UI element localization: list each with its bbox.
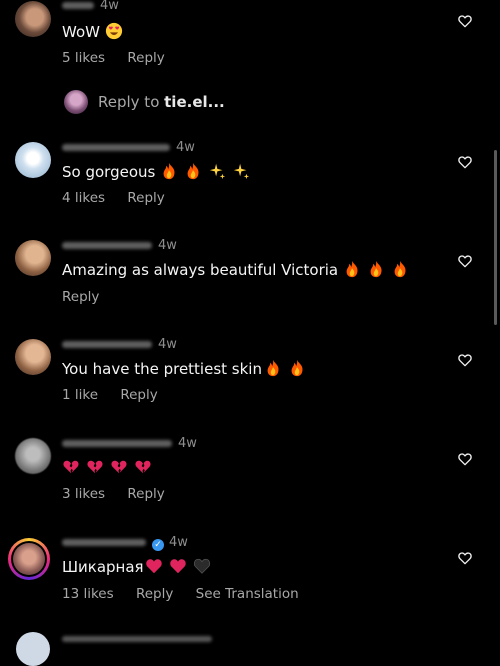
comment-time: 4w: [100, 0, 119, 13]
comment-item: 4w You have the prettiest skin 1 like Re…: [0, 337, 500, 417]
comment-actions: 1 like Reply: [62, 387, 176, 403]
username-blurred[interactable]: [62, 440, 172, 447]
verified-badge-icon: ✓: [152, 539, 164, 551]
avatar[interactable]: [15, 1, 51, 37]
like-heart-icon[interactable]: [457, 352, 473, 368]
username-blurred[interactable]: [62, 341, 152, 348]
fire-icon: [391, 260, 409, 278]
avatar[interactable]: [15, 142, 51, 178]
comment-time: 4w: [158, 337, 177, 352]
likes-count[interactable]: 4 likes: [62, 190, 105, 206]
fire-icon: [264, 359, 282, 377]
like-heart-icon[interactable]: [457, 13, 473, 29]
comment-actions: 13 likes Reply See Translation: [62, 586, 317, 602]
likes-count[interactable]: 13 likes: [62, 586, 114, 602]
likes-count[interactable]: 1 like: [62, 387, 98, 403]
fire-icon: [288, 359, 306, 377]
reply-button[interactable]: Reply: [136, 586, 173, 602]
reply-button[interactable]: Reply: [62, 289, 99, 305]
fire-icon: [160, 162, 178, 180]
broken-heart-icon: [134, 458, 152, 476]
comment-time: 4w: [169, 535, 188, 550]
username-blurred[interactable]: [62, 242, 152, 249]
comment-actions: 5 likes Reply: [62, 50, 183, 66]
avatar[interactable]: [15, 339, 51, 375]
reply-to-target[interactable]: tie.el...: [164, 93, 225, 111]
reply-button[interactable]: Reply: [127, 50, 164, 66]
reply-to-label: Reply to tie.el...: [98, 93, 225, 111]
black-heart-icon: [193, 557, 211, 575]
next-comment-avatar: [16, 632, 50, 666]
like-heart-icon[interactable]: [457, 550, 473, 566]
likes-count[interactable]: 5 likes: [62, 50, 105, 66]
comment-text-label: Amazing as always beautiful Victoria: [62, 261, 339, 279]
comment-item: 4w So gorgeous 4 likes Reply: [0, 140, 500, 220]
comment-actions: Reply: [62, 289, 117, 305]
comment-item: 4w Amazing as always beautiful Victoria …: [0, 238, 500, 318]
red-heart-icon: [145, 557, 163, 575]
comment-text: WoW: [62, 22, 123, 41]
next-comment-username-blurred: [62, 636, 212, 642]
comment-meta: 4w: [62, 337, 177, 352]
fire-icon: [343, 260, 361, 278]
comment-time: 4w: [176, 140, 195, 155]
like-heart-icon[interactable]: [457, 253, 473, 269]
red-heart-icon: [169, 557, 187, 575]
avatar: [64, 90, 88, 114]
like-heart-icon[interactable]: [457, 451, 473, 467]
comment-meta: ✓ 4w: [62, 535, 188, 551]
comment-text: Шикарная: [62, 557, 211, 576]
sparkles-icon: [232, 162, 250, 180]
reply-button[interactable]: Reply: [127, 190, 164, 206]
reply-bar[interactable]: Reply to tie.el...: [0, 88, 500, 118]
likes-count[interactable]: 3 likes: [62, 486, 105, 502]
reply-button[interactable]: Reply: [127, 486, 164, 502]
reply-button[interactable]: Reply: [120, 387, 157, 403]
comment-actions: 3 likes Reply: [62, 486, 183, 502]
like-heart-icon[interactable]: [457, 154, 473, 170]
avatar[interactable]: [15, 240, 51, 276]
fire-icon: [367, 260, 385, 278]
broken-heart-icon: [110, 458, 128, 476]
username-blurred[interactable]: [62, 144, 170, 151]
username-blurred[interactable]: [62, 2, 94, 9]
reply-to-prefix: Reply to: [98, 93, 165, 111]
comment-meta: 4w: [62, 0, 119, 13]
comment-actions: 4 likes Reply: [62, 190, 183, 206]
comment-item: ✓ 4w Шикарная 13 likes Reply See Translat…: [0, 534, 500, 614]
comment-item: 4w 3 likes Reply: [0, 435, 500, 515]
sparkles-icon: [208, 162, 226, 180]
fire-icon: [184, 162, 202, 180]
comment-text: You have the prettiest skin: [62, 359, 306, 378]
broken-heart-icon: [62, 458, 80, 476]
comment-time: 4w: [178, 436, 197, 451]
comment-meta: 4w: [62, 436, 197, 451]
comment-text-label: You have the prettiest skin: [62, 360, 262, 378]
comment-meta: 4w: [62, 140, 195, 155]
smiling-heart-eyes-icon: [105, 22, 123, 40]
comment-text-label: Шикарная: [62, 558, 144, 576]
comment-meta: 4w: [62, 238, 177, 253]
comment-text-label: WoW: [62, 23, 100, 41]
avatar[interactable]: [15, 438, 51, 474]
comment-item: 4w WoW 5 likes Reply: [0, 0, 500, 70]
avatar-photo: [13, 543, 45, 575]
comment-time: 4w: [158, 238, 177, 253]
comment-text: [62, 458, 152, 477]
see-translation-button[interactable]: See Translation: [196, 586, 299, 602]
comment-text-label: So gorgeous: [62, 163, 156, 181]
comment-text: So gorgeous: [62, 162, 250, 181]
comment-text: Amazing as always beautiful Victoria: [62, 260, 409, 279]
username-blurred[interactable]: [62, 539, 146, 546]
scrollbar[interactable]: [494, 150, 497, 325]
broken-heart-icon: [86, 458, 104, 476]
